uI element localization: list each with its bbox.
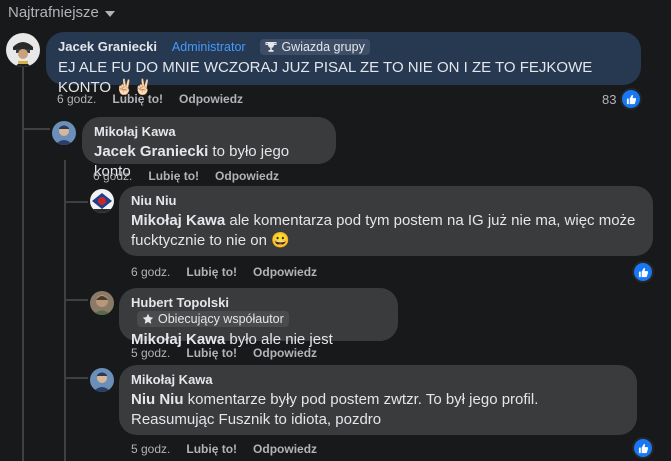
comment-bubble: Mikołaj Kawa Jacek Graniecki to było jeg… [82, 117, 336, 180]
mention-link[interactable]: Niu Niu [131, 391, 184, 408]
trophy-icon [265, 42, 277, 53]
reaction-count[interactable]: 83 [602, 88, 643, 110]
comment-bubble: Hubert Topolski Obiecujący współautor Mi… [119, 288, 398, 348]
avatar[interactable] [52, 121, 76, 145]
chevron-down-icon [104, 10, 115, 17]
comment-actions: 6 godz. Lubię to! Odpowiedz [57, 92, 243, 106]
comment-author[interactable]: Hubert Topolski [131, 295, 229, 310]
reaction-indicator[interactable] [632, 437, 654, 459]
thread-connector [64, 299, 88, 301]
comment-actions: 6 godz. Lubię to! Odpowiedz [93, 169, 279, 183]
mention-link[interactable]: Mikołaj Kawa [131, 212, 225, 229]
comment-time[interactable]: 6 godz. [57, 92, 96, 106]
badge-label: Obiecujący współautor [158, 312, 284, 327]
like-button[interactable]: Lubię to! [112, 92, 163, 106]
admin-badge: Administrator [171, 40, 246, 55]
avatar[interactable] [6, 33, 40, 67]
thread-line [64, 160, 66, 461]
mention-link[interactable]: Jacek Graniecki [94, 143, 208, 160]
group-star-badge: Gwiazda grupy [260, 39, 370, 56]
reply-button[interactable]: Odpowiedz [179, 92, 243, 106]
thread-connector [22, 128, 50, 130]
badge-label: Gwiazda grupy [281, 40, 365, 55]
comment-time[interactable]: 6 godz. [93, 169, 132, 183]
comment-actions: 5 godz. Lubię to! Odpowiedz [131, 442, 317, 456]
like-button[interactable]: Lubię to! [148, 169, 199, 183]
thread-line [22, 60, 24, 461]
comment-author[interactable]: Niu Niu [131, 193, 177, 208]
thumbs-up-icon [632, 261, 654, 283]
comment-bubble: Jacek Graniecki Administrator Gwiazda gr… [46, 32, 641, 96]
reply-button[interactable]: Odpowiedz [253, 346, 317, 360]
thread-connector [64, 201, 88, 203]
like-button[interactable]: Lubię to! [186, 346, 237, 360]
avatar[interactable] [90, 291, 114, 315]
avatar[interactable] [90, 368, 114, 392]
thread-connector [64, 377, 88, 379]
comment-time[interactable]: 5 godz. [131, 346, 170, 360]
comment-time[interactable]: 5 godz. [131, 442, 170, 456]
avatar[interactable] [90, 189, 114, 213]
reply-button[interactable]: Odpowiedz [215, 169, 279, 183]
reply-button[interactable]: Odpowiedz [253, 442, 317, 456]
comment-bubble: Mikołaj Kawa Niu Niu komentarze były pod… [119, 365, 637, 435]
like-button[interactable]: Lubię to! [186, 265, 237, 279]
sort-label: Najtrafniejsze [8, 4, 99, 21]
star-icon [142, 314, 154, 324]
comment-actions: 6 godz. Lubię to! Odpowiedz [131, 265, 317, 279]
comment-text: komentarze były pod postem zwtzr. To był… [131, 391, 539, 428]
reaction-indicator[interactable] [632, 261, 654, 283]
like-button[interactable]: Lubię to! [186, 442, 237, 456]
comment-bubble: Niu Niu Mikołaj Kawa ale komentarza pod … [119, 186, 653, 256]
comment-author[interactable]: Jacek Graniecki [58, 39, 157, 54]
comment-author[interactable]: Mikołaj Kawa [131, 372, 213, 387]
comment-time[interactable]: 6 godz. [131, 265, 170, 279]
contributor-badge: Obiecujący współautor [137, 311, 289, 328]
sort-dropdown[interactable]: Najtrafniejsze [8, 4, 115, 21]
reaction-count-label: 83 [602, 91, 617, 107]
thumbs-up-icon [632, 437, 654, 459]
comment-actions: 5 godz. Lubię to! Odpowiedz [131, 346, 317, 360]
reply-button[interactable]: Odpowiedz [253, 265, 317, 279]
thumbs-up-icon [620, 88, 643, 110]
comment-author[interactable]: Mikołaj Kawa [94, 124, 176, 139]
